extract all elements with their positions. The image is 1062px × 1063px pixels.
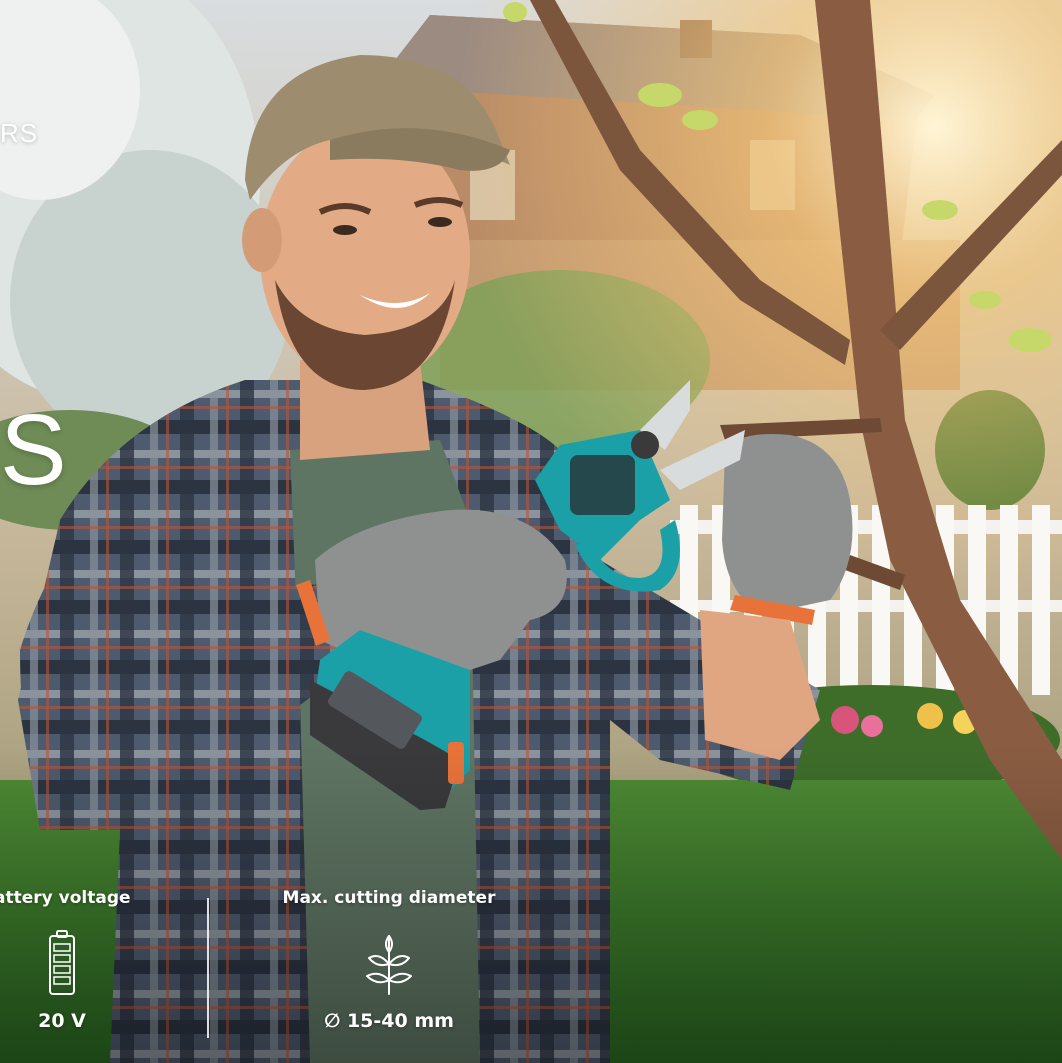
spec-label: Max. cutting diameter — [282, 888, 496, 908]
hero-headline: S — [0, 394, 67, 506]
hero-photo — [0, 0, 1062, 1063]
leaf-sprig-icon — [366, 935, 412, 995]
spec-value: ∅ 15-40 mm — [324, 1010, 454, 1032]
spec-value: 20 V — [38, 1010, 86, 1032]
battery-icon — [49, 930, 75, 995]
gardener-pruning-tree-illustration — [0, 0, 1062, 1063]
spec-max-cutting-diameter: Max. cutting diameter ∅ 15-40 mm — [274, 888, 504, 1032]
hero-eyebrow-text: RS — [0, 118, 39, 148]
spec-divider — [207, 898, 209, 1038]
spec-label: attery voltage — [0, 888, 131, 908]
spec-battery-voltage: attery voltage 20 V — [0, 888, 131, 1032]
